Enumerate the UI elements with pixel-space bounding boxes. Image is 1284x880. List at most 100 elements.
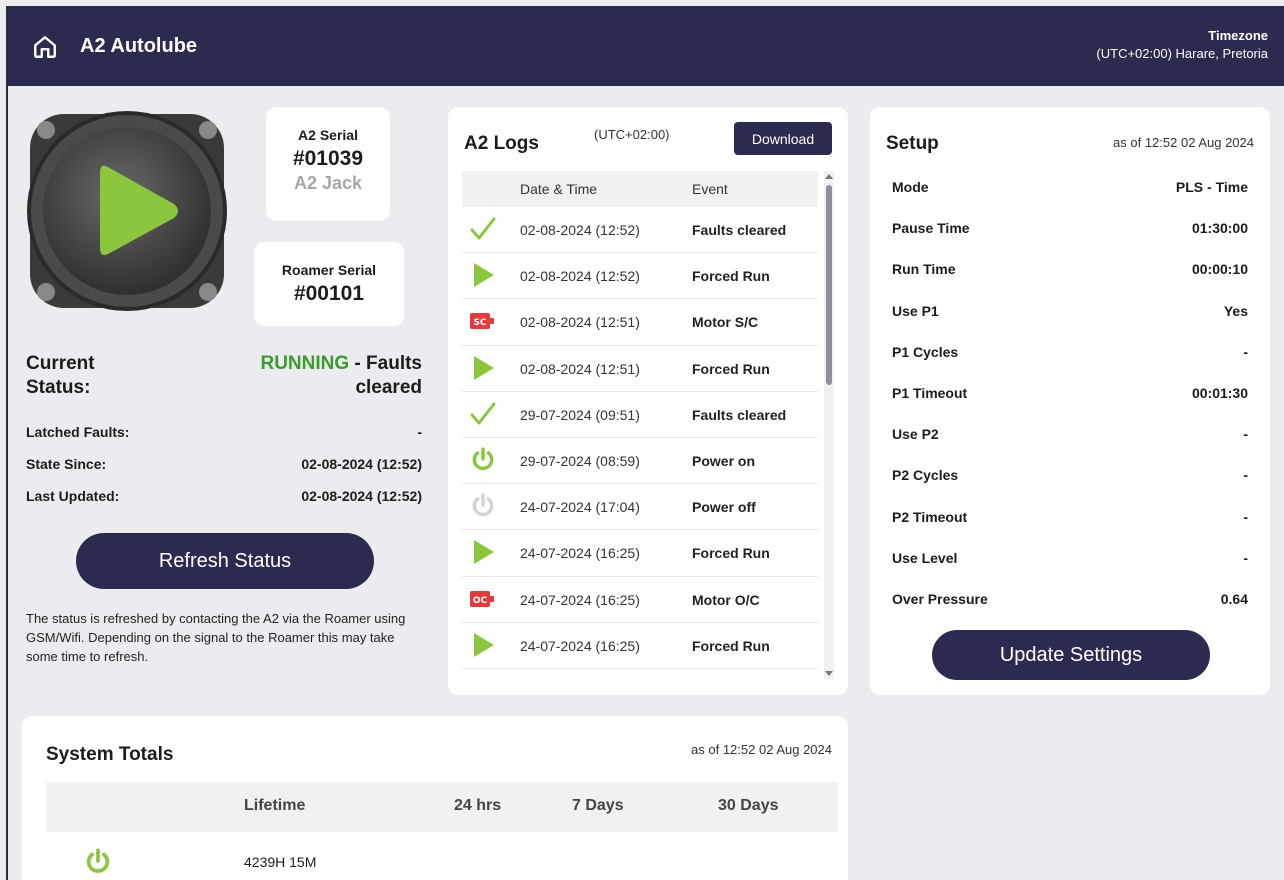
timezone-label: Timezone <box>1208 28 1268 43</box>
latched-faults-row: Latched Faults: - <box>26 424 422 440</box>
logs-table: Date & Time Event 02-08-2024 (12:52) Faul… <box>462 171 818 679</box>
home-icon[interactable] <box>32 34 58 60</box>
totals-table-header: Lifetime 24 hrs 7 Days 30 Days <box>46 782 838 832</box>
setup-row: P2 Timeout - <box>892 509 1248 525</box>
last-updated-label: Last Updated: <box>26 488 120 504</box>
setup-row: Use P2 - <box>892 426 1248 442</box>
col-24hrs: 24 hrs <box>454 797 502 814</box>
setup-row: Use Level - <box>892 550 1248 566</box>
log-event: Power on <box>692 452 756 469</box>
col-7days: 7 Days <box>572 797 624 814</box>
log-event: Motor O/C <box>692 591 760 608</box>
log-row: 29-07-2024 (08:59) Power on <box>462 438 818 485</box>
a2-serial-label: A2 Serial <box>298 127 358 143</box>
svg-text:OC: OC <box>473 596 488 606</box>
logs-card: A2 Logs (UTC+02:00) Download Date & Time… <box>448 107 848 695</box>
log-row: OC 24-07-2024 (16:25) Motor O/C <box>462 577 818 623</box>
log-event: Faults cleared <box>692 406 787 423</box>
log-row: 02-08-2024 (12:52) Forced Run <box>462 253 818 300</box>
setup-row: Pause Time 01:30:00 <box>892 220 1248 236</box>
check-icon <box>470 216 496 242</box>
setup-value: - <box>1243 549 1248 566</box>
timezone-value: (UTC+02:00) Harare, Pretoria <box>1096 46 1268 61</box>
log-datetime: 24-07-2024 (16:25) <box>520 637 640 654</box>
current-status-label-line1: Current <box>26 353 95 374</box>
log-datetime: 29-07-2024 (09:51) <box>520 406 640 423</box>
setup-label: Run Time <box>892 261 956 278</box>
setup-label: Use P1 <box>892 302 939 319</box>
setup-as-of: as of 12:52 02 Aug 2024 <box>1113 135 1254 150</box>
play-icon <box>470 539 496 565</box>
log-row: 24-07-2024 (16:25) Forced Run <box>462 530 818 577</box>
sc-icon: SC <box>470 308 496 334</box>
log-rows: 02-08-2024 (12:52) Faults cleared 02-08-20… <box>462 207 818 669</box>
logs-table-header: Date & Time Event <box>462 171 818 207</box>
current-status-label-line2: Status: <box>26 377 91 398</box>
status-suffix-2: cleared <box>355 377 422 398</box>
col-event: Event <box>692 181 728 197</box>
a2-serial-number: #01039 <box>292 147 364 170</box>
setup-value: - <box>1243 426 1248 443</box>
scroll-thumb[interactable] <box>826 185 832 385</box>
svg-text:SC: SC <box>473 318 486 328</box>
system-totals-card: System Totals as of 12:52 02 Aug 2024 Li… <box>22 716 848 880</box>
setup-label: P2 Cycles <box>892 467 959 484</box>
state-since-value: 02-08-2024 (12:52) <box>301 456 422 472</box>
play-icon <box>470 262 496 288</box>
status-suffix-1: - Faults <box>349 353 422 374</box>
log-event: Forced Run <box>692 637 770 654</box>
state-since-label: State Since: <box>26 456 107 472</box>
log-event: Motor S/C <box>692 314 759 331</box>
logs-timezone: (UTC+02:00) <box>594 127 670 142</box>
power-off-icon <box>470 493 496 519</box>
setup-label: P1 Cycles <box>892 343 959 360</box>
totals-title: System Totals <box>46 744 174 765</box>
play-icon <box>470 355 496 381</box>
log-datetime: 02-08-2024 (12:51) <box>520 314 640 331</box>
log-datetime: 24-07-2024 (16:25) <box>520 591 640 608</box>
download-button[interactable]: Download <box>734 122 832 155</box>
setup-value: 0.64 <box>1220 591 1248 607</box>
setup-row: P1 Timeout 00:01:30 <box>892 385 1248 401</box>
col-lifetime: Lifetime <box>244 797 306 814</box>
refresh-status-button[interactable]: Refresh Status <box>76 533 374 589</box>
last-updated-value: 02-08-2024 (12:52) <box>301 488 422 504</box>
app-header: A2 Autolube Timezone (UTC+02:00) Harare,… <box>8 8 1284 86</box>
setup-value: 00:00:10 <box>1191 261 1248 278</box>
current-status-label: Current Status: <box>26 352 95 400</box>
timezone-display: Timezone (UTC+02:00) Harare, Pretoria <box>1096 27 1268 63</box>
play-icon <box>470 632 496 658</box>
log-row: 24-07-2024 (17:04) Power off <box>462 484 818 531</box>
check-icon <box>470 401 496 427</box>
log-event: Forced Run <box>692 545 770 562</box>
log-row: 02-08-2024 (12:52) Faults cleared <box>462 207 818 254</box>
log-datetime: 24-07-2024 (17:04) <box>520 499 640 516</box>
current-status-value: RUNNING - Faults cleared <box>202 352 422 400</box>
setup-row: Mode PLS - Time <box>892 179 1248 195</box>
logs-scrollbar[interactable] <box>824 171 834 679</box>
setup-label: Over Pressure <box>892 591 988 607</box>
scroll-down-arrow[interactable] <box>825 671 833 676</box>
log-row: 02-08-2024 (12:51) Forced Run <box>462 346 818 392</box>
setup-row: P2 Cycles - <box>892 467 1248 483</box>
scroll-up-arrow[interactable] <box>825 174 833 179</box>
setup-label: Pause Time <box>892 220 970 237</box>
log-datetime: 02-08-2024 (12:51) <box>520 360 640 377</box>
last-updated-row: Last Updated: 02-08-2024 (12:52) <box>26 488 422 504</box>
setup-label: Mode <box>892 179 929 195</box>
update-settings-button[interactable]: Update Settings <box>932 630 1210 680</box>
setup-row: Run Time 00:00:10 <box>892 261 1248 277</box>
log-row: 29-07-2024 (09:51) Faults cleared <box>462 392 818 438</box>
setup-title: Setup <box>886 133 939 154</box>
log-event: Faults cleared <box>692 222 787 238</box>
roamer-serial-label: Roamer Serial <box>281 262 377 278</box>
oc-icon: OC <box>470 586 496 612</box>
log-datetime: 29-07-2024 (08:59) <box>520 452 640 469</box>
status-running: RUNNING <box>260 353 350 374</box>
setup-label: P2 Timeout <box>892 508 968 525</box>
setup-value: - <box>1243 343 1248 360</box>
setup-value: PLS - Time <box>1175 179 1248 195</box>
setup-value: 01:30:00 <box>1191 220 1248 237</box>
log-row: SC 02-08-2024 (12:51) Motor S/C <box>462 299 818 346</box>
setup-row: Over Pressure 0.64 <box>892 591 1248 607</box>
